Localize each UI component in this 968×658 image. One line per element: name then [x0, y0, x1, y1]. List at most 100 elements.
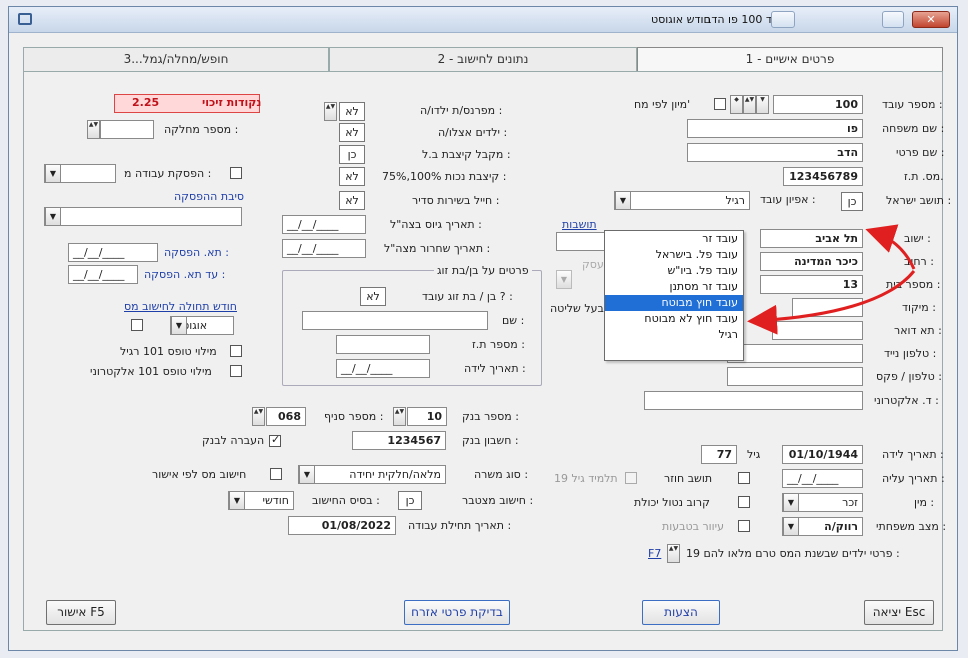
soldier-label: חייל בשירות סדיר :	[412, 194, 500, 207]
first-name-label: שם פרטי :	[896, 146, 945, 159]
minimize-icon[interactable]	[882, 11, 904, 28]
id-field[interactable]: 123456789	[783, 167, 863, 186]
soldier-toggle[interactable]: לא	[339, 191, 365, 210]
release-date-field[interactable]: __/__/____	[282, 239, 366, 258]
basis-dropdown-icon[interactable]: ▼	[229, 491, 245, 510]
tab-calculation[interactable]: 2 - נתונים לחישוב	[329, 47, 637, 71]
mobile-field[interactable]	[727, 344, 863, 363]
calc-by-approval-checkbox[interactable]	[270, 468, 282, 480]
aliya-date-field[interactable]: __/__/____	[782, 469, 863, 488]
disabled-relative-checkbox[interactable]	[738, 496, 750, 508]
menu-item-selected[interactable]: עובד חוץ מבוטח	[605, 295, 743, 311]
nii-toggle[interactable]: כן	[339, 145, 365, 164]
branch-field[interactable]: 068	[266, 407, 306, 426]
menu-item[interactable]: עובד חוץ לא מבוטח	[605, 311, 743, 327]
house-field[interactable]: 13	[760, 275, 863, 294]
restore-icon[interactable]	[771, 11, 795, 28]
last-name-field[interactable]: פו	[687, 119, 863, 138]
spouse-name-label: שם :	[502, 314, 525, 327]
residency-link[interactable]: תושבות	[562, 218, 597, 231]
spouse-birth-field[interactable]: __/__/____	[336, 359, 430, 378]
bank-field[interactable]: 10	[407, 407, 447, 426]
marital-dropdown-icon[interactable]: ▼	[783, 517, 799, 536]
employee-stepper-icon[interactable]: ◆	[730, 95, 743, 114]
phone-field[interactable]	[727, 367, 863, 386]
resident-toggle[interactable]: כן	[841, 192, 863, 211]
kids-toggle[interactable]: לא	[339, 123, 365, 142]
enlist-date-field[interactable]: __/__/____	[282, 215, 366, 234]
gender-dropdown-icon[interactable]: ▼	[783, 493, 799, 512]
employee-no-field[interactable]: 100	[773, 95, 863, 114]
student-checkbox[interactable]	[625, 472, 637, 484]
spouse-id-field[interactable]	[336, 335, 430, 354]
bank-spin-icon[interactable]: ▲▼	[393, 407, 406, 426]
blind-checkbox[interactable]	[738, 520, 750, 532]
close-icon[interactable]: ✕	[912, 11, 950, 28]
advice-button[interactable]: הצעות	[642, 600, 720, 625]
parent-spin-icon[interactable]: ▲▼	[324, 102, 337, 121]
nii-label: מקבל קיצבת ב.ל :	[422, 148, 511, 161]
app-icon	[18, 13, 32, 25]
first-name-field[interactable]: הדב	[687, 143, 863, 162]
branch-label: מספר סניף :	[324, 410, 384, 423]
tax-month-checkbox[interactable]	[131, 319, 143, 331]
tax-month-label[interactable]: חודש תחולה לחישוב מס	[124, 300, 237, 313]
menu-item[interactable]: עובד פל. ביו"ש	[605, 263, 743, 279]
street-field[interactable]: כיכר המדינה	[760, 252, 863, 271]
stop-reason-select[interactable]	[44, 207, 242, 226]
stop-work-checkbox[interactable]	[230, 167, 242, 179]
basis-label: בסיס החישוב :	[312, 494, 380, 507]
employee-up-icon[interactable]: ▲▼	[743, 95, 756, 114]
resident-label: תושב ישראל :	[886, 194, 952, 207]
city-label: ישוב :	[904, 232, 931, 245]
spouse-name-field[interactable]	[302, 311, 488, 330]
spouse-group-title: פרטים על בן/בת זוג	[434, 264, 532, 277]
stop-reason-dropdown-icon[interactable]: ▼	[45, 207, 61, 226]
account-field[interactable]: 1234567	[352, 431, 446, 450]
sort-checkbox[interactable]	[714, 98, 726, 110]
cumulative-toggle[interactable]: כן	[398, 491, 422, 510]
dept-spin-icon[interactable]: ▲▼	[87, 120, 100, 139]
worker-type-dropdown-icon[interactable]: ▼	[615, 191, 631, 210]
pobox-field[interactable]	[772, 321, 863, 340]
stop-date-field[interactable]: __/__/____	[68, 243, 158, 262]
form101e-checkbox[interactable]	[230, 365, 242, 377]
tax-month-dropdown-icon[interactable]: ▼	[171, 316, 187, 335]
stop-work-dropdown-icon[interactable]: ▼	[45, 164, 61, 183]
until-date-field[interactable]: __/__/____	[68, 265, 138, 284]
tab-personal[interactable]: 1 - פרטים אישיים	[637, 47, 943, 73]
parent-toggle[interactable]: לא	[339, 102, 365, 121]
dept-field[interactable]	[100, 120, 154, 139]
menu-item[interactable]: רגיל	[605, 327, 743, 343]
tab-vacation[interactable]: 3...חופש/מחלה/גמל	[23, 47, 329, 71]
worker-type-label: אפיון עובד :	[760, 193, 816, 206]
exit-button[interactable]: יציאה Esc	[864, 600, 934, 625]
start-date-field[interactable]: 01/08/2022	[288, 516, 396, 535]
form101-checkbox[interactable]	[230, 345, 242, 357]
disability-toggle[interactable]: לא	[339, 167, 365, 186]
branch-spin-icon[interactable]: ▲▼	[252, 407, 265, 426]
title-bar: חודש אוגוסט עובד 100 פו הדב ✕	[9, 7, 957, 33]
menu-item[interactable]: עובד זר מסתנן	[605, 279, 743, 295]
city-field[interactable]: תל אביב	[760, 229, 863, 248]
ok-button[interactable]: אישור F5	[46, 600, 116, 625]
employment-dropdown-icon[interactable]: ▼	[556, 270, 572, 289]
birth-date-field[interactable]: 01/10/1944	[782, 445, 863, 464]
spouse-works-toggle[interactable]: לא	[360, 287, 386, 306]
worker-type-select[interactable]: רגיל	[614, 191, 750, 210]
menu-item[interactable]: עובד זר	[605, 231, 743, 247]
zip-field[interactable]	[792, 298, 863, 317]
f7-link[interactable]: F7	[648, 547, 661, 560]
house-label: מספר בית :	[886, 278, 941, 291]
pobox-label: תא דואר :	[894, 324, 942, 337]
employee-next-icon[interactable]: ▼	[756, 95, 769, 114]
email-field[interactable]	[644, 391, 863, 410]
jobtype-dropdown-icon[interactable]: ▼	[299, 465, 315, 484]
returning-resident-checkbox[interactable]	[738, 472, 750, 484]
children-stepper-icon[interactable]: ▲▼	[667, 544, 680, 563]
jobtype-select[interactable]: מלאה/חלקית יחידה	[298, 465, 446, 484]
sort-label: מיון לפי מח'	[634, 98, 691, 111]
check-citizen-button[interactable]: בדיקת פרטי אזרח	[404, 600, 510, 625]
menu-item[interactable]: עובד פל. בישראל	[605, 247, 743, 263]
transfer-checkbox[interactable]	[269, 433, 281, 447]
